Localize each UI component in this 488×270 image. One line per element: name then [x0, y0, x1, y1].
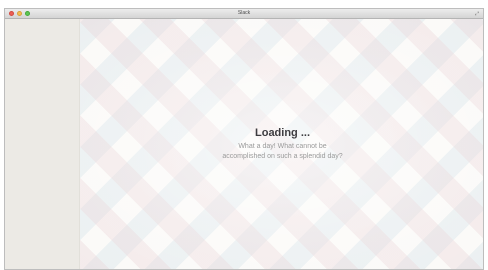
loading-message-line-1: What a day! What cannot be	[238, 143, 327, 150]
loading-message-line-2: accomplished on such a splendid day?	[222, 153, 343, 160]
window-title: Slack	[237, 10, 251, 16]
loading-title: Loading ...	[255, 127, 310, 139]
fullscreen-icon[interactable]: ⤢	[474, 11, 480, 17]
loading-message: What a day! What cannot be accomplished …	[80, 142, 483, 162]
title-bar[interactable]: Slack ⤢	[5, 9, 483, 19]
sidebar	[5, 19, 80, 269]
main-content: Loading ... What a day! What cannot be a…	[80, 19, 483, 269]
app-window: Slack ⤢ Loading ... What a day! What can…	[4, 8, 484, 270]
loading-panel: Loading ... What a day! What cannot be a…	[80, 127, 483, 162]
